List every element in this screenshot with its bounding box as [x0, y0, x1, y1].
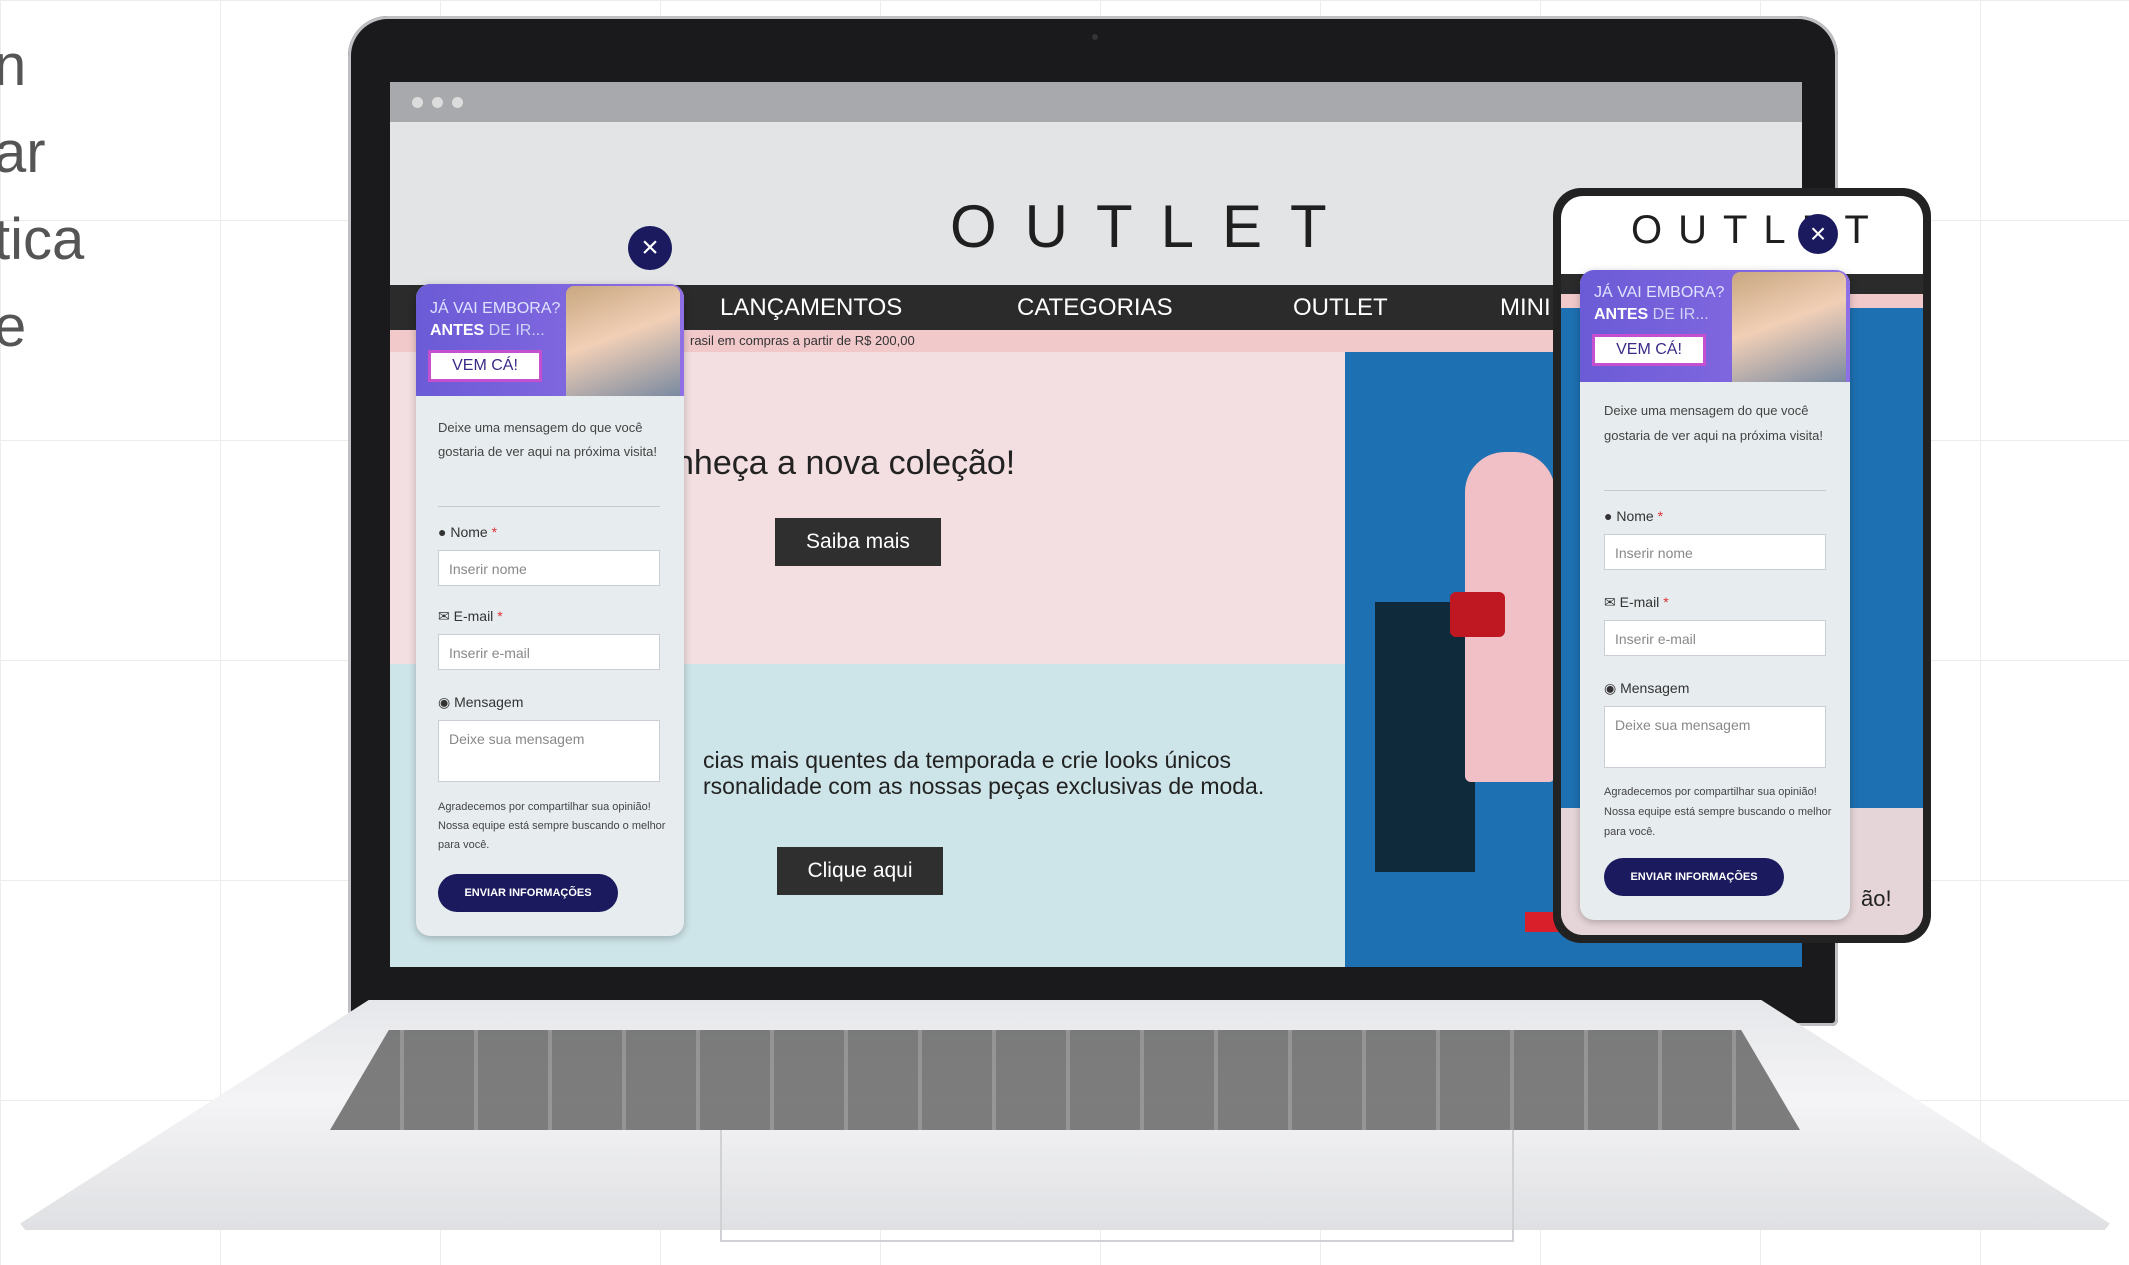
window-dot-icon[interactable] — [412, 97, 423, 108]
side-text: n ar tica e — [0, 22, 84, 370]
message-field[interactable]: Deixe sua mensagem — [1604, 706, 1826, 768]
camera — [1092, 34, 1098, 40]
side-text-line: ar — [0, 120, 46, 185]
mail-icon: ✉ — [1604, 594, 1616, 610]
chat-icon: ◉ — [438, 694, 451, 710]
mail-icon: ✉ — [438, 608, 450, 624]
window-dot-icon[interactable] — [432, 97, 443, 108]
close-icon[interactable]: × — [1798, 214, 1838, 254]
exit-popup-desktop: JÁ VAI EMBORA? ANTES DE IR... VEM CÁ! De… — [416, 284, 684, 936]
woman-photo — [1732, 272, 1846, 382]
popup-intro: Deixe uma mensagem do que você gostaria … — [438, 420, 657, 459]
send-button[interactable]: ENVIAR INFORMAÇÕES — [1604, 858, 1784, 896]
vem-ca-badge: VEM CÁ! — [428, 350, 542, 382]
email-field[interactable]: Inserir e-mail — [438, 634, 660, 670]
phone-tail-text: ão! — [1861, 886, 1892, 911]
name-label: ● Nome * — [438, 524, 497, 540]
banner-rest: DE IR... — [1648, 306, 1709, 323]
exit-popup-mobile: JÁ VAI EMBORA? ANTES DE IR... VEM CÁ! De… — [1580, 270, 1850, 920]
message-label-text: Mensagem — [1620, 680, 1690, 696]
email-label: ✉ E-mail * — [438, 608, 503, 625]
name-field[interactable]: Inserir nome — [438, 550, 660, 586]
email-label: ✉ E-mail * — [1604, 594, 1669, 611]
banner-subline: ANTES DE IR... — [430, 322, 545, 340]
popup-intro: Deixe uma mensagem do que você gostaria … — [1604, 403, 1823, 443]
user-icon: ● — [1604, 508, 1613, 524]
send-button[interactable]: ENVIAR INFORMAÇÕES — [438, 874, 618, 912]
side-text-line: e — [0, 294, 27, 359]
trackpad — [720, 1130, 1514, 1242]
red-bag — [1450, 592, 1505, 637]
popup-banner: JÁ VAI EMBORA? ANTES DE IR... VEM CÁ! — [1580, 270, 1850, 382]
close-icon[interactable]: × — [628, 226, 672, 270]
popup-thanks: Agradecemos por compartilhar sua opinião… — [438, 801, 666, 851]
nav-item-outlet[interactable]: OUTLET — [1293, 285, 1388, 330]
nav-item-categorias[interactable]: CATEGORIAS — [1017, 285, 1173, 330]
required-mark: * — [1657, 508, 1664, 524]
side-text-line: n — [0, 33, 27, 98]
banner-subline: ANTES DE IR... — [1594, 306, 1709, 324]
banner-bold: ANTES — [1594, 306, 1649, 323]
phone-logo[interactable]: OUTLET — [1631, 208, 1885, 253]
popup-banner: JÁ VAI EMBORA? ANTES DE IR... VEM CÁ! — [416, 284, 684, 396]
message-label: ◉ Mensagem — [1604, 680, 1689, 697]
nav-item-mini[interactable]: MINI — [1500, 285, 1551, 330]
body-copy-line: rsonalidade com as nossas peças exclusiv… — [703, 773, 1265, 799]
side-text-line: tica — [0, 207, 85, 272]
message-label: ◉ Mensagem — [438, 694, 523, 711]
woman-photo — [566, 286, 680, 396]
chair-shape — [1375, 602, 1475, 872]
message-label-text: Mensagem — [454, 694, 524, 710]
divider — [1604, 490, 1826, 491]
chat-icon: ◉ — [1604, 680, 1617, 696]
promo-text: rasil em compras a partir de R$ 200,00 — [690, 333, 915, 348]
banner-bold: ANTES — [430, 322, 485, 339]
required-mark: * — [491, 524, 498, 540]
name-label-text: Nome — [450, 524, 488, 540]
body-copy-line: cias mais quentes da temporada e crie lo… — [703, 747, 1232, 773]
clique-aqui-button[interactable]: Clique aqui — [777, 847, 943, 895]
keyboard — [330, 1030, 1800, 1130]
browser-bar — [390, 82, 1802, 122]
site-logo[interactable]: OUTLET — [950, 192, 1355, 261]
nav-item-lancamentos[interactable]: LANÇAMENTOS — [720, 285, 902, 330]
name-label-text: Nome — [1616, 508, 1654, 524]
divider — [438, 506, 660, 507]
window-dot-icon[interactable] — [452, 97, 463, 108]
hero-body-copy: cias mais quentes da temporada e crie lo… — [703, 747, 1264, 799]
required-mark: * — [497, 608, 503, 624]
banner-headline: JÁ VAI EMBORA? — [1594, 284, 1725, 301]
banner-rest: DE IR... — [484, 322, 545, 339]
message-field[interactable]: Deixe sua mensagem — [438, 720, 660, 782]
hero-headline: nheça a nova coleção! — [675, 444, 1016, 482]
name-label: ● Nome * — [1604, 508, 1663, 524]
email-field[interactable]: Inserir e-mail — [1604, 620, 1826, 656]
vem-ca-badge: VEM CÁ! — [1592, 334, 1706, 366]
user-icon: ● — [438, 524, 447, 540]
popup-thanks: Agradecemos por compartilhar sua opinião… — [1604, 786, 1832, 838]
banner-headline: JÁ VAI EMBORA? — [430, 300, 561, 317]
email-label-text: E-mail — [1619, 594, 1660, 610]
required-mark: * — [1663, 594, 1669, 610]
email-label-text: E-mail — [453, 608, 494, 624]
name-field[interactable]: Inserir nome — [1604, 534, 1826, 570]
saiba-mais-button[interactable]: Saiba mais — [775, 518, 941, 566]
